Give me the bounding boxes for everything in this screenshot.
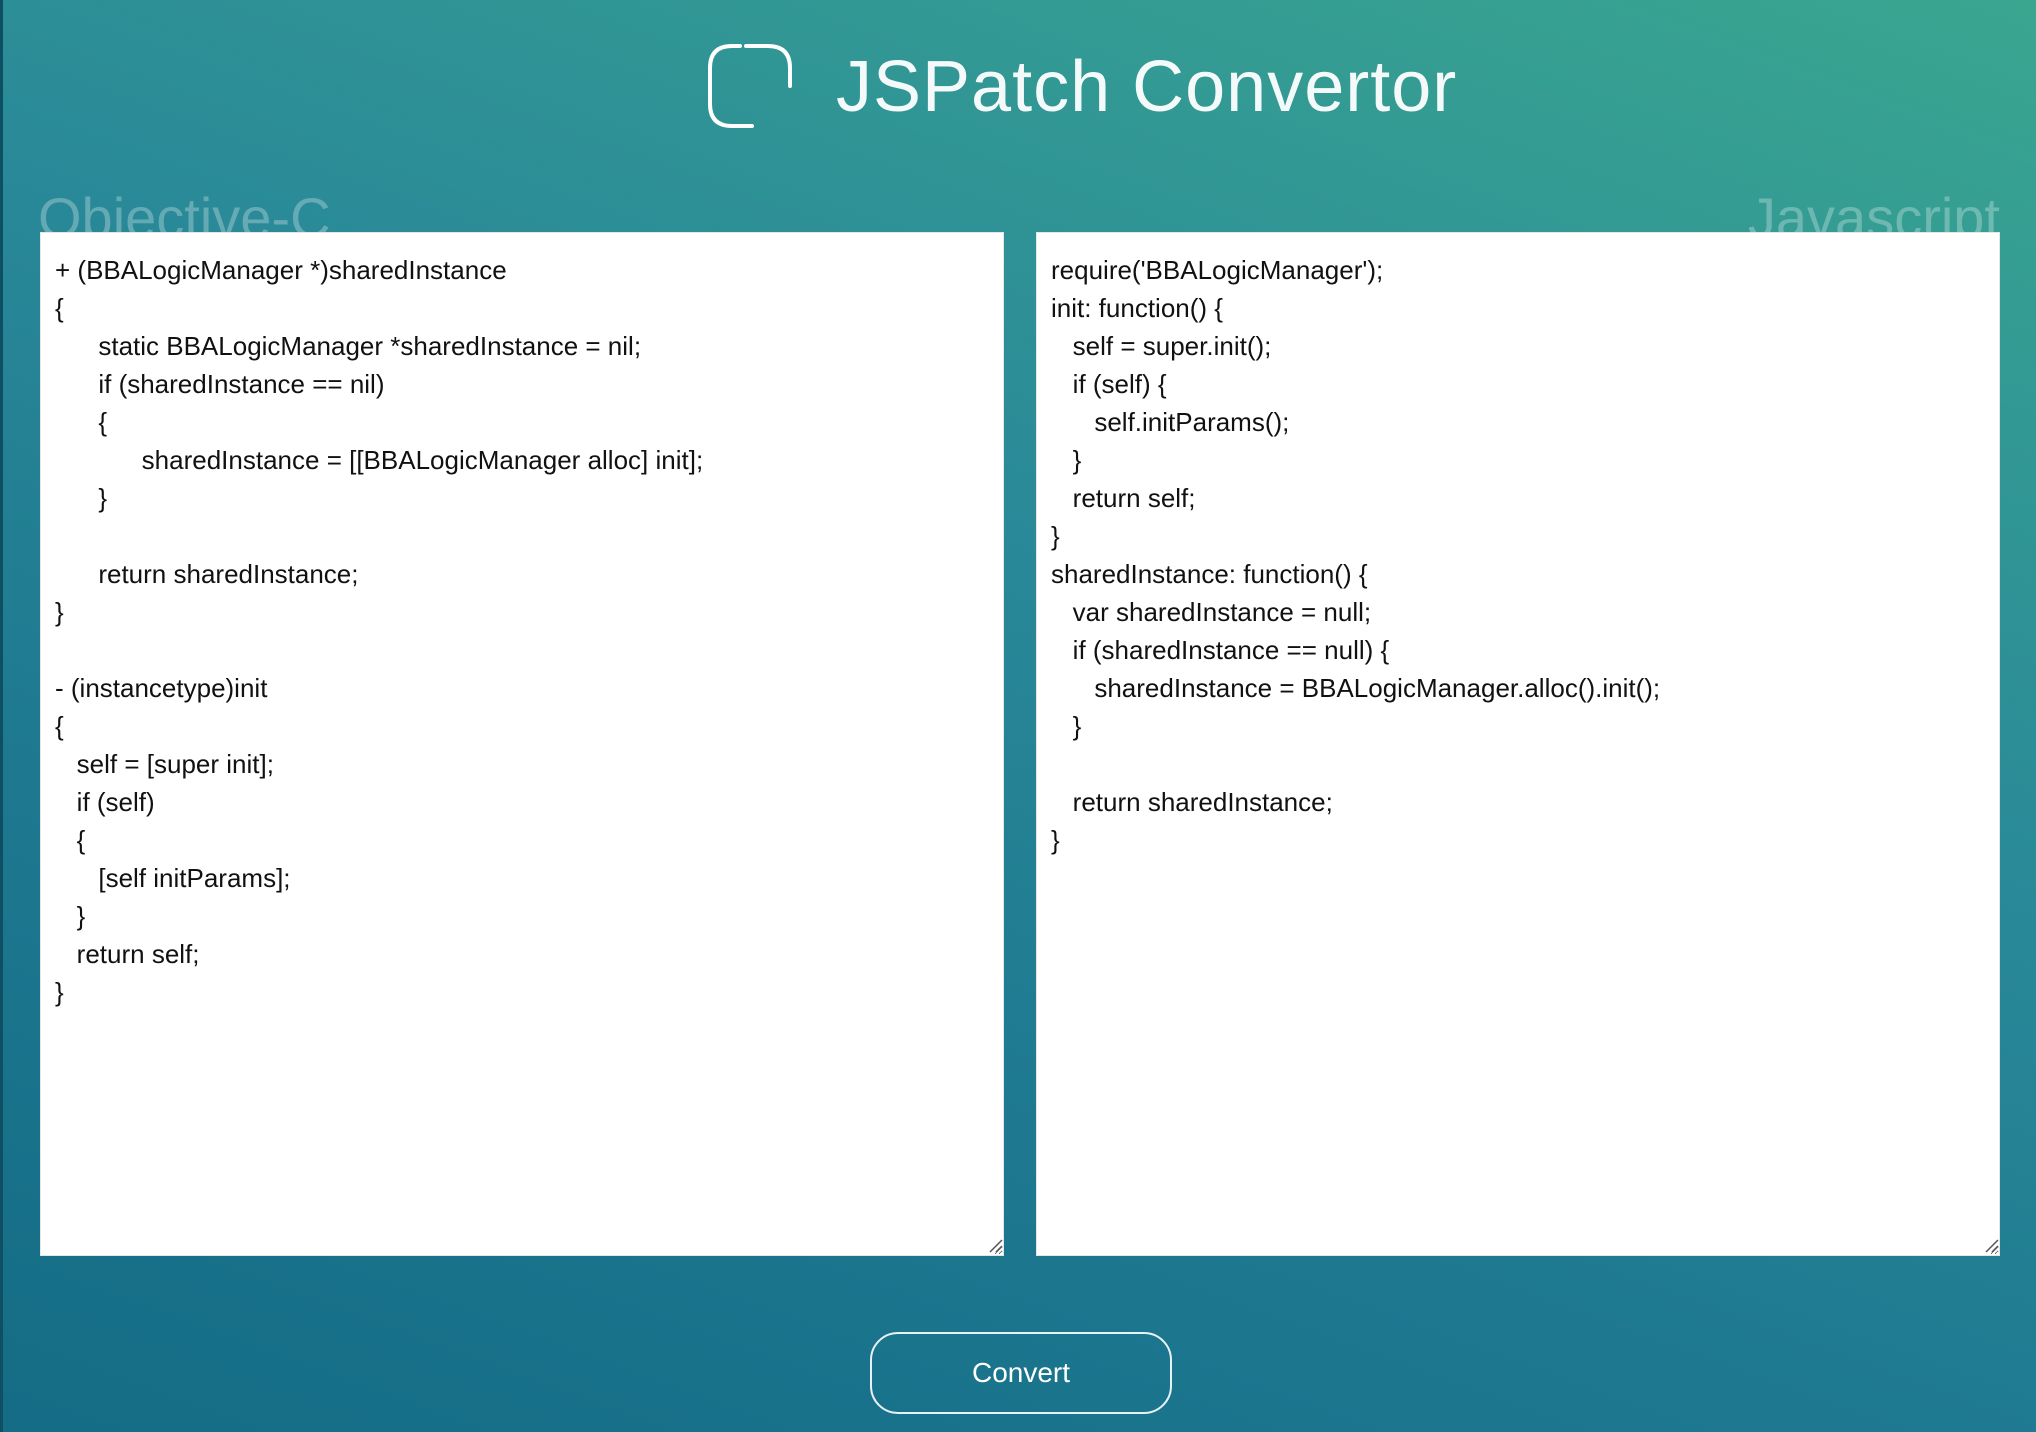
javascript-editor[interactable]: require('BBALogicManager'); init: functi… <box>1036 232 2000 1256</box>
objective-c-editor[interactable]: + (BBALogicManager *)sharedInstance { st… <box>40 232 1004 1256</box>
window-edge <box>0 0 3 1432</box>
convert-button[interactable]: Convert <box>870 1332 1172 1414</box>
app-title: JSPatch Convertor <box>836 47 1458 127</box>
header: JSPatch Convertor <box>0 0 2036 160</box>
logo-icon <box>708 44 792 128</box>
